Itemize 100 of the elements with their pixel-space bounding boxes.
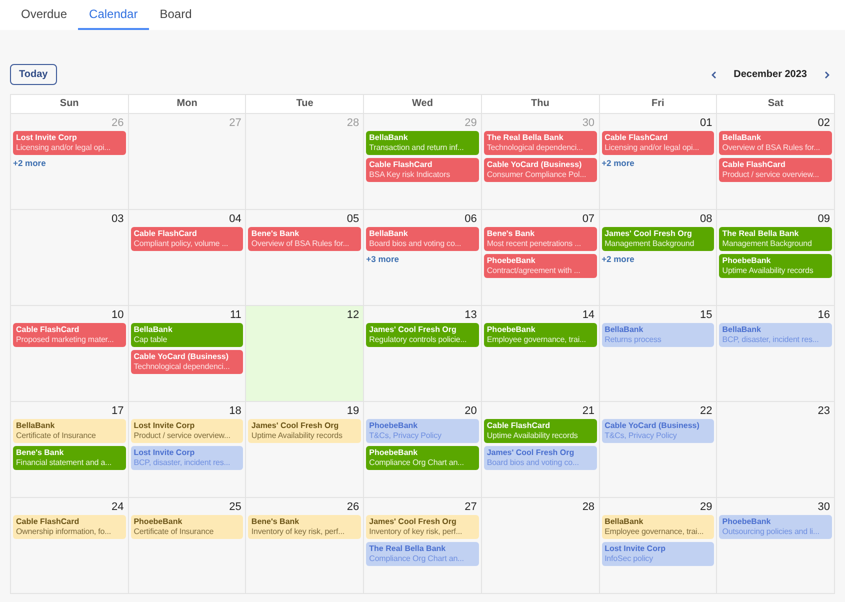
- event-card[interactable]: PhoebeBank Certificate of Insurance: [130, 515, 244, 539]
- event-card[interactable]: BellaBank BCP, disaster, incident res...: [719, 323, 832, 347]
- event-detail: InfoSec policy: [604, 554, 654, 563]
- event-detail: Overview of BSA Rules for...: [722, 143, 821, 152]
- event-card[interactable]: Bene's Bank Financial statement and a...: [13, 446, 126, 470]
- event-card[interactable]: Cable FlashCard Compliant policy, volume ...: [130, 227, 244, 251]
- chevron-right-icon: [824, 70, 830, 78]
- event-card[interactable]: PhoebeBank Contract/agreement with ...: [484, 254, 597, 278]
- event-card[interactable]: James' Cool Fresh Org Management Background: [602, 227, 714, 251]
- event-card[interactable]: James' Cool Fresh Org Uptime Availability records: [248, 419, 362, 443]
- event-card[interactable]: Bene's Bank Most recent penetrations ...: [484, 227, 597, 251]
- event-card[interactable]: The Real Bella Bank Compliance Org Chart an...: [366, 542, 479, 566]
- event-title: PhoebeBank: [722, 256, 772, 265]
- event-title: The Real Bella Bank: [486, 133, 564, 142]
- event-card[interactable]: Cable YoCard (Business) Technological dependenci...: [130, 350, 244, 374]
- event-detail: Employee governance, trai...: [604, 527, 705, 536]
- event-title: Lost Invite Corp: [16, 133, 78, 142]
- event-detail: Consumer Compliance Pol...: [486, 170, 588, 179]
- day-number: 09: [816, 212, 831, 227]
- event-card[interactable]: PhoebeBank T&Cs, Privacy Policy: [366, 419, 479, 443]
- event-detail: BSA Key risk Indicators: [369, 170, 451, 179]
- event-title: BellaBank: [604, 517, 644, 526]
- weekday-header: Fri: [600, 95, 718, 114]
- event-detail: Product / service overview...: [722, 170, 820, 179]
- day-number: 24: [110, 500, 125, 515]
- event-card[interactable]: The Real Bella Bank Management Background: [719, 227, 832, 251]
- event-detail: Contract/agreement with ...: [486, 266, 582, 275]
- tab[interactable]: Board: [148, 0, 203, 30]
- event-card[interactable]: Cable FlashCard Uptime Availability records: [484, 419, 597, 443]
- event-card[interactable]: BellaBank Overview of BSA Rules for...: [719, 131, 832, 155]
- event-title: BellaBank: [604, 325, 644, 334]
- day-number: 30: [581, 116, 596, 131]
- weekday-header: Sun: [11, 95, 129, 114]
- event-detail: Transaction and return inf...: [369, 143, 465, 152]
- event-card[interactable]: Cable YoCard (Business) Consumer Compliance Pol...: [484, 158, 597, 182]
- event-card[interactable]: Cable FlashCard Licensing and/or legal opi...: [602, 131, 714, 155]
- weekday-header: Mon: [128, 95, 246, 114]
- event-detail: Management Background: [722, 239, 813, 248]
- event-title: Cable FlashCard: [604, 133, 669, 142]
- event-detail: Licensing and/or legal opi...: [16, 143, 112, 152]
- event-detail: Management Background: [604, 239, 696, 248]
- event-title: Bene's Bank: [486, 229, 536, 238]
- event-detail: Regulatory controls policie...: [369, 335, 468, 344]
- more-link[interactable]: +2 more: [602, 254, 634, 264]
- event-card[interactable]: Cable FlashCard Ownership information, fo...: [13, 515, 126, 539]
- event-card[interactable]: The Real Bella Bank Technological dependenci...: [484, 131, 597, 155]
- event-title: Cable YoCard (Business): [604, 421, 700, 430]
- chevron-left-icon: [710, 70, 717, 78]
- weekday-header: Wed: [364, 95, 482, 114]
- event-title: James' Cool Fresh Org: [486, 448, 576, 457]
- event-detail: Outsourcing policies and li...: [722, 527, 820, 536]
- day-number: 26: [346, 500, 360, 515]
- today-button[interactable]: Today: [10, 64, 57, 85]
- event-card[interactable]: BellaBank Employee governance, trai...: [602, 515, 714, 539]
- event-card[interactable]: Lost Invite Corp Licensing and/or legal opi...: [13, 131, 126, 155]
- more-link[interactable]: +2 more: [13, 158, 46, 168]
- event-card[interactable]: James' Cool Fresh Org Regulatory controls policie...: [366, 323, 479, 347]
- event-title: PhoebeBank: [134, 517, 184, 526]
- event-detail: Uptime Availability records: [722, 266, 814, 275]
- event-detail: T&Cs, Privacy Policy: [604, 431, 678, 440]
- event-card[interactable]: Bene's Bank Inventory of key risk, perf...: [248, 515, 362, 539]
- event-title: Lost Invite Corp: [134, 421, 196, 430]
- event-card[interactable]: PhoebeBank Uptime Availability records: [719, 254, 832, 278]
- more-link[interactable]: +3 more: [366, 254, 399, 264]
- weekday-header: Thu: [482, 95, 600, 114]
- event-card[interactable]: Cable FlashCard BSA Key risk Indicators: [366, 158, 479, 182]
- event-card[interactable]: Cable FlashCard Product / service overview...: [719, 158, 832, 182]
- day-number: 27: [464, 500, 478, 515]
- event-card[interactable]: BellaBank Cap table: [130, 323, 244, 347]
- event-detail: Financial statement and a...: [16, 458, 112, 467]
- event-card[interactable]: BellaBank Board bios and voting co...: [366, 227, 479, 251]
- event-detail: Certificate of Insurance: [16, 431, 97, 440]
- tab[interactable]: Overdue: [10, 0, 78, 30]
- event-detail: Technological dependenci...: [486, 143, 584, 152]
- event-title: BellaBank: [722, 133, 762, 142]
- event-title: Bene's Bank: [251, 517, 300, 526]
- event-card[interactable]: Cable YoCard (Business) T&Cs, Privacy Policy: [602, 419, 714, 443]
- tab[interactable]: Calendar: [78, 0, 149, 30]
- event-title: James' Cool Fresh Org: [604, 229, 693, 238]
- event-card[interactable]: James' Cool Fresh Org Board bios and voting co...: [484, 446, 597, 470]
- event-card[interactable]: PhoebeBank Outsourcing policies and li...: [719, 515, 832, 539]
- event-detail: Product / service overview...: [134, 431, 232, 440]
- event-card[interactable]: PhoebeBank Employee governance, trai...: [484, 323, 597, 347]
- event-card[interactable]: James' Cool Fresh Org Inventory of key risk, perf...: [366, 515, 479, 539]
- event-card[interactable]: PhoebeBank Compliance Org Chart an...: [366, 446, 479, 470]
- event-detail: Compliance Org Chart an...: [369, 554, 465, 563]
- event-card[interactable]: Cable FlashCard Proposed marketing mater...: [13, 323, 126, 347]
- day-number: 14: [581, 308, 596, 323]
- event-card[interactable]: Lost Invite Corp InfoSec policy: [602, 542, 714, 566]
- day-number: 05: [346, 212, 360, 227]
- event-card[interactable]: BellaBank Transaction and return inf...: [366, 131, 479, 155]
- event-title: Cable FlashCard: [16, 517, 80, 526]
- day-number: 04: [228, 212, 242, 227]
- event-card[interactable]: Lost Invite Corp BCP, disaster, incident res...: [130, 446, 244, 470]
- more-link[interactable]: +2 more: [602, 158, 634, 168]
- event-card[interactable]: BellaBank Certificate of Insurance: [13, 419, 126, 443]
- event-card[interactable]: Lost Invite Corp Product / service overview...: [130, 419, 244, 443]
- event-title: Cable YoCard (Business): [486, 160, 583, 169]
- event-card[interactable]: BellaBank Returns process: [602, 323, 714, 347]
- event-card[interactable]: Bene's Bank Overview of BSA Rules for...: [248, 227, 362, 251]
